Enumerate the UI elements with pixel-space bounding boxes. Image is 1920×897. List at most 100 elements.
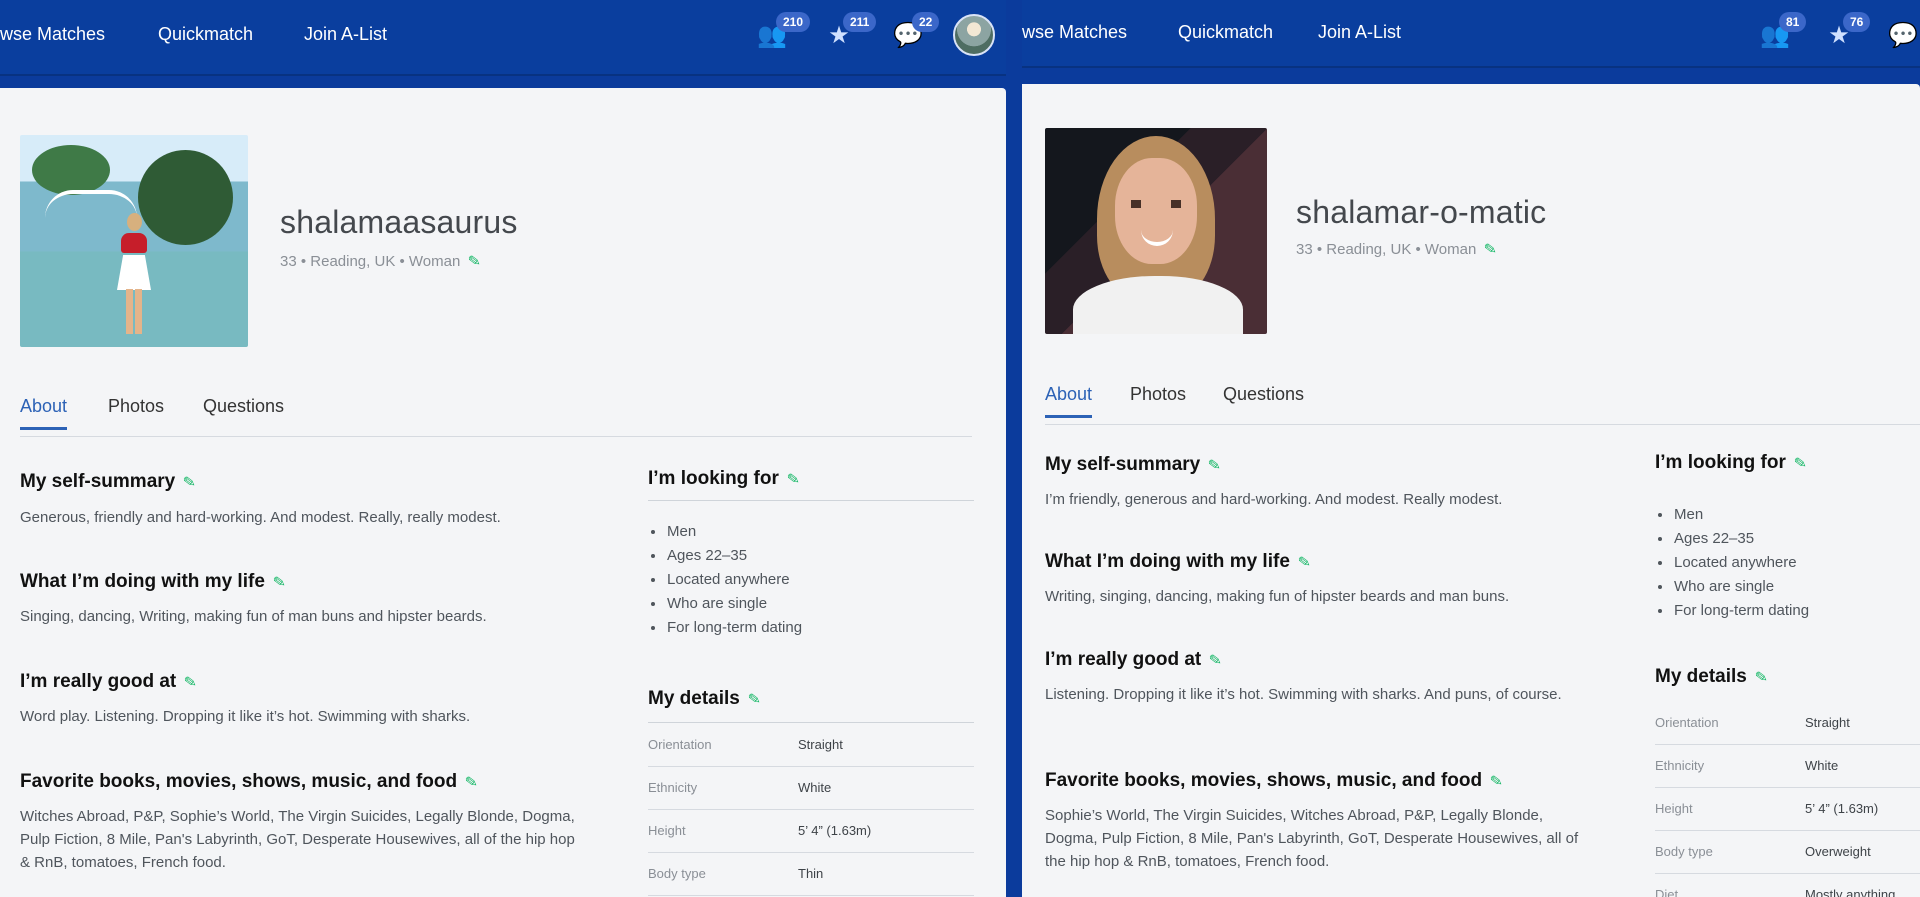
edit-icon[interactable]: ✎ [1207,455,1222,475]
doing-with-life-text: Singing, dancing, Writing, making fun of… [20,608,487,625]
side-title-text: My details [648,688,740,709]
looking-for-item: Who are single [666,592,966,616]
tab-about[interactable]: About [20,396,68,430]
likes-count-badge: 81 [1779,12,1807,32]
details-value: Straight [1805,715,1850,730]
details-label: Height [1655,801,1693,816]
my-details-title: My details ✎ [1655,666,1769,688]
details-value: White [1805,758,1839,773]
profile-photo[interactable] [20,135,248,347]
messages-icon[interactable]: 💬 22 [892,12,940,52]
looking-for-item: Located anywhere [666,568,966,592]
quickmatch-link[interactable]: Quickmatch [158,24,253,45]
details-row: Body type Thin [648,852,974,896]
profile-username: shalamar-o-matic [1296,194,1547,230]
doing-with-life-title: What I’m doing with my life ✎ [20,571,287,593]
looking-for-item: Men [666,520,966,544]
details-label: Orientation [1655,715,1719,730]
section-title-text: My self-summary [20,471,176,492]
browse-matches-link[interactable]: wse Matches [1022,22,1127,43]
tab-photos[interactable]: Photos [1130,384,1186,405]
user-avatar[interactable] [953,14,995,56]
tab-photos[interactable]: Photos [108,396,164,417]
details-label: Body type [648,866,706,881]
favorites-title: Favorite books, movies, shows, music, an… [20,771,479,793]
section-title-text: Favorite books, movies, shows, music, an… [1045,770,1483,791]
likes-icon[interactable]: 👥 81 [1759,12,1807,52]
good-at-title: I’m really good at ✎ [1045,649,1223,671]
tab-questions[interactable]: Questions [203,396,284,417]
edit-icon[interactable]: ✎ [1793,453,1808,473]
details-label: Diet [1655,887,1679,897]
face-graphic [1115,158,1197,264]
profile-card: shalamaasaurus 33 • Reading, UK • Woman ✎… [0,88,1006,897]
section-title-text: My self-summary [1045,454,1201,475]
quickmatch-link[interactable]: Quickmatch [1178,22,1273,43]
edit-icon[interactable]: ✎ [182,472,197,492]
self-summary-title: My self-summary ✎ [1045,454,1222,476]
top-navigation: wse Matches Quickmatch Join A-List 👥 210… [0,0,1006,76]
profile-meta: 33 • Reading, UK • Woman ✎ [280,251,482,271]
edit-icon[interactable]: ✎ [786,469,801,489]
edit-icon[interactable]: ✎ [747,689,762,709]
profile-photo[interactable] [1045,128,1267,334]
looking-for-title: I’m looking for ✎ [648,468,801,490]
details-value: 5’ 4” (1.63m) [798,823,872,838]
details-label: Body type [1655,844,1713,859]
looking-for-item: For long-term dating [1673,599,1920,623]
browse-matches-link[interactable]: wse Matches [0,24,105,45]
profile-meta-text: 33 • Reading, UK • Woman [280,253,461,270]
stars-icon[interactable]: ★ 211 [823,12,877,52]
edit-icon[interactable]: ✎ [467,251,482,271]
join-alist-link[interactable]: Join A-List [304,24,387,45]
doing-with-life-title: What I’m doing with my life ✎ [1045,551,1312,573]
profile-tabs: About Photos Questions [20,396,972,437]
favorites-title: Favorite books, movies, shows, music, an… [1045,770,1504,792]
side-title-text: I’m looking for [1655,452,1786,473]
tab-questions[interactable]: Questions [1223,384,1304,405]
profile-meta-text: 33 • Reading, UK • Woman [1296,241,1477,258]
details-label: Orientation [648,737,712,752]
details-row: Ethnicity White [648,766,974,810]
section-title-text: What I’m doing with my life [1045,551,1290,572]
edit-icon[interactable]: ✎ [1754,667,1769,687]
stars-icon[interactable]: ★ 76 [1823,12,1871,52]
details-row: Orientation Straight [648,723,974,767]
messages-count-badge: 22 [912,12,940,32]
details-row: Orientation Straight [1655,701,1920,745]
looking-for-item: Who are single [1673,575,1920,599]
details-label: Ethnicity [648,780,698,795]
shirt-graphic [1073,276,1243,334]
edit-icon[interactable]: ✎ [1297,552,1312,572]
details-value: Overweight [1805,844,1871,859]
looking-for-item: Ages 22–35 [666,544,966,568]
eyes-graphic [1131,200,1181,208]
messages-icon[interactable]: 💬 [1887,20,1919,52]
section-title-text: I’m really good at [1045,649,1202,670]
head-graphic [127,213,142,231]
details-value: Mostly anything [1805,887,1896,897]
side-title-text: I’m looking for [648,468,779,489]
details-value: Thin [798,866,824,881]
looking-for-item: Men [1673,503,1920,527]
palm-tree-graphic [138,150,233,245]
edit-icon[interactable]: ✎ [183,672,198,692]
looking-for-item: Located anywhere [1673,551,1920,575]
looking-for-divider [648,500,974,501]
edit-icon[interactable]: ✎ [464,772,479,792]
looking-for-list: Men Ages 22–35 Located anywhere Who are … [1655,503,1920,623]
tab-about[interactable]: About [1045,384,1093,418]
details-value: 5’ 4” (1.63m) [1805,801,1879,816]
edit-icon[interactable]: ✎ [1483,239,1498,259]
edit-icon[interactable]: ✎ [272,572,287,592]
edit-icon[interactable]: ✎ [1208,650,1223,670]
looking-for-title: I’m looking for ✎ [1655,452,1808,474]
likes-icon[interactable]: 👥 210 [756,12,811,52]
details-value: Straight [798,737,843,752]
doing-with-life-text: Writing, singing, dancing, making fun of… [1045,588,1510,605]
self-summary-text: Generous, friendly and hard-working. And… [20,509,501,526]
join-alist-link[interactable]: Join A-List [1318,22,1401,43]
profile-card: shalamar-o-matic 33 • Reading, UK • Woma… [1022,84,1920,897]
edit-icon[interactable]: ✎ [1489,771,1504,791]
stars-count-badge: 76 [1843,12,1871,32]
